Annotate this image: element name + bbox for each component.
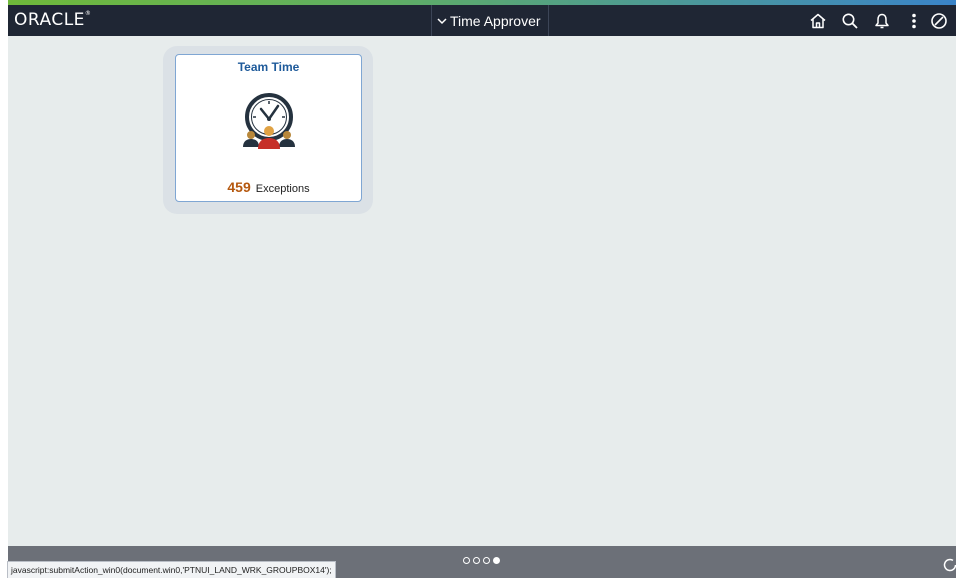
page-dot[interactable]: [473, 556, 480, 564]
role-selector-dropdown[interactable]: Time Approver: [431, 5, 549, 36]
page-indicator: [463, 555, 500, 565]
browser-status-text: javascript:submitAction_win0(document.wi…: [7, 561, 336, 578]
chevron-down-icon: [437, 17, 447, 24]
search-button[interactable]: [834, 5, 866, 36]
exceptions-count: 459: [227, 179, 251, 195]
oracle-logo[interactable]: ORACLE®: [14, 10, 91, 30]
app-window: ORACLE® Time Approver Team Time 459 Exce…: [0, 0, 956, 578]
actions-menu-icon: [912, 13, 916, 28]
team-clock-icon: [243, 93, 295, 149]
actions-menu-button[interactable]: [898, 5, 930, 36]
refresh-icon[interactable]: [942, 557, 956, 573]
logo-text: ORACLE: [14, 10, 85, 30]
window-edge: [0, 0, 8, 578]
header-bar: ORACLE® Time Approver: [8, 5, 956, 36]
notifications-button[interactable]: [866, 5, 898, 36]
exceptions-label: Exceptions: [255, 183, 310, 195]
home-icon: [810, 13, 826, 28]
navbar-compass-icon: [931, 12, 947, 29]
home-button[interactable]: [802, 5, 834, 36]
team-time-tile[interactable]: Team Time 459 Exceptions: [175, 54, 362, 202]
notifications-bell-icon: [875, 13, 889, 28]
page-dot[interactable]: [483, 556, 490, 564]
tile-metric: 459 Exceptions: [176, 179, 361, 195]
role-selector-label: Time Approver: [450, 12, 541, 29]
logo-registered-mark: ®: [84, 10, 92, 17]
search-icon: [842, 13, 858, 29]
tile-title: Team Time: [237, 60, 300, 74]
navbar-button[interactable]: [930, 5, 956, 36]
footer-bar: javascript:submitAction_win0(document.wi…: [7, 546, 956, 578]
header-actions: [802, 5, 956, 36]
homepage-content: Team Time 459 Exceptions: [8, 36, 956, 546]
page-dot[interactable]: [493, 556, 500, 564]
page-dot[interactable]: [463, 556, 470, 564]
